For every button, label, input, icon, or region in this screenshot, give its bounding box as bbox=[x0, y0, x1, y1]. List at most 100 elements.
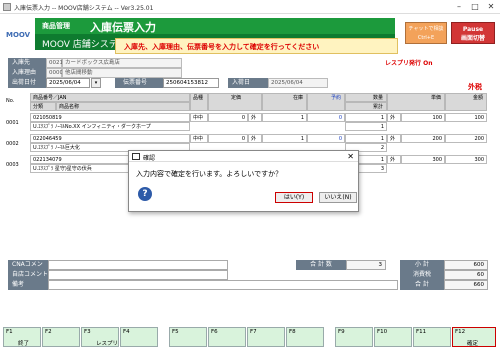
minimize-icon[interactable]: – bbox=[452, 1, 466, 12]
ship-date-label: 出荷日付 bbox=[8, 78, 46, 88]
dialog-titlebar: 確認 ✕ bbox=[129, 151, 358, 162]
pause-switch-button[interactable]: Pause 画面切替 bbox=[451, 22, 495, 44]
fkey-f9-button[interactable]: F9 bbox=[335, 327, 373, 347]
row-code[interactable]: 022046459 bbox=[30, 134, 190, 143]
col-header-grade: 品種 bbox=[190, 93, 208, 111]
row-tax-type-b: 外 bbox=[387, 113, 401, 122]
col-header-stock: 在庫 bbox=[262, 93, 307, 111]
table-row[interactable]: 0001 021050819 U.ｴｸｽﾌﾟﾗ ﾉｰﾏﾙNo.XX インフィニテ… bbox=[0, 113, 490, 133]
row-stock: 1 bbox=[262, 134, 307, 143]
fkey-key: F1 bbox=[6, 329, 13, 335]
logo-text: MOOV bbox=[6, 31, 31, 39]
warehouse-name-field: カードボックス広島店 bbox=[62, 58, 182, 68]
col-header-reserve: 予約 bbox=[307, 93, 345, 111]
dialog-window-icon bbox=[132, 153, 140, 160]
fkey-key: F7 bbox=[250, 329, 257, 335]
calendar-dropdown-icon[interactable]: ▾ bbox=[91, 78, 101, 88]
row-code[interactable]: 021050819 bbox=[30, 113, 190, 122]
arrival-date-field: 2025/06/04 bbox=[268, 78, 328, 88]
row-product-name: ﾉｰﾏﾙNo.XX インフィニティ・ダークホープ bbox=[54, 124, 151, 130]
fkey-key: F11 bbox=[416, 329, 427, 335]
col-header-name: 商品名称 bbox=[56, 102, 190, 111]
header-category: 商品管理 bbox=[42, 22, 70, 30]
fkey-f1-button[interactable]: F1 終了 bbox=[3, 327, 41, 347]
reprint-status: レスプリ発行 On bbox=[385, 60, 433, 67]
row-name: U.ｴｸｽﾌﾟﾗ ﾉｰﾏﾙNo.XX インフィニティ・ダークホープ bbox=[30, 122, 190, 131]
row-number: 0003 bbox=[6, 162, 19, 168]
dialog-close-icon[interactable]: ✕ bbox=[347, 152, 354, 161]
header-bar bbox=[35, 18, 395, 34]
instruction-message: 入庫先、入庫理由、伝票番号を入力して確定を行ってください bbox=[115, 38, 398, 54]
warehouse-code-field[interactable]: 0021 bbox=[46, 58, 63, 68]
note-label: 備考 bbox=[8, 280, 48, 290]
fkey-f5-button[interactable]: F5 bbox=[169, 327, 207, 347]
fkey-f10-button[interactable]: F10 bbox=[374, 327, 412, 347]
slip-number-field[interactable]: 250604153812 bbox=[163, 78, 219, 88]
tax-label: 消費税 bbox=[400, 270, 444, 280]
dialog-no-button[interactable]: いいえ(N) bbox=[319, 192, 357, 203]
col-header-no: No. bbox=[6, 98, 15, 104]
row-tax-type: 外 bbox=[248, 113, 262, 122]
reason-code-field[interactable]: 00002 bbox=[46, 68, 67, 78]
fkey-f6-button[interactable]: F6 bbox=[208, 327, 246, 347]
system-name: MOOV 店舗システム bbox=[42, 40, 127, 50]
row-number: 0001 bbox=[6, 120, 19, 126]
fkey-f7-button[interactable]: F7 bbox=[247, 327, 285, 347]
ship-date-field[interactable]: 2025/06/04 bbox=[46, 78, 90, 88]
fkey-key: F10 bbox=[377, 329, 388, 335]
col-header-fixed-price: 定価 bbox=[208, 93, 262, 111]
fkey-f2-button[interactable]: F2 bbox=[42, 327, 80, 347]
fkey-key: F6 bbox=[211, 329, 218, 335]
tax-mode-label: 外税 bbox=[468, 83, 482, 91]
row-grade: 中中 bbox=[190, 134, 208, 143]
row-tax-type-b: 外 bbox=[387, 155, 401, 164]
row-qty[interactable]: 1 bbox=[345, 134, 387, 143]
row-amount: 200 bbox=[445, 134, 487, 143]
fkey-f8-button[interactable]: F8 bbox=[286, 327, 324, 347]
fkey-f3-button[interactable]: F3 レスプリ bbox=[81, 327, 119, 347]
row-unit-price[interactable]: 100 bbox=[401, 113, 445, 122]
warehouse-label: 入庫先 bbox=[8, 58, 46, 68]
row-fixed-price: 0 bbox=[208, 113, 248, 122]
maximize-icon[interactable]: □ bbox=[468, 1, 482, 12]
row-product-name: ﾉｰﾏﾙ巨大化 bbox=[54, 145, 80, 151]
row-cumulative: 1 bbox=[345, 122, 387, 131]
fkey-key: F2 bbox=[45, 329, 52, 335]
fkey-key: F8 bbox=[289, 329, 296, 335]
row-unit-price[interactable]: 200 bbox=[401, 134, 445, 143]
fkey-f12-confirm-button[interactable]: F12 確定 bbox=[452, 327, 496, 347]
instruction-text: 入庫先、入庫理由、伝票番号を入力して確定を行ってください bbox=[124, 43, 320, 51]
store-comment-field[interactable] bbox=[48, 270, 228, 280]
reason-label: 入庫理由 bbox=[8, 68, 46, 78]
tax-value: 60 bbox=[444, 270, 488, 280]
dialog-title: 確認 bbox=[143, 155, 156, 162]
row-category: U.ｴｸｽﾌﾟﾗ bbox=[33, 166, 54, 172]
close-icon[interactable]: ✕ bbox=[484, 1, 498, 12]
page-title: 入庫伝票入力 bbox=[90, 21, 156, 34]
moov-logo: MOOV bbox=[4, 24, 34, 46]
chat-consult-button[interactable]: チャットで相談 Ctrl+E bbox=[405, 22, 447, 44]
dialog-message: 入力内容で確定を行います。よろしいですか？ bbox=[136, 170, 283, 178]
row-amount: 300 bbox=[445, 155, 487, 164]
fkey-key: F3 bbox=[84, 329, 91, 335]
note-field[interactable] bbox=[48, 280, 398, 290]
cna-comment-label: CNAコメント bbox=[8, 260, 48, 278]
row-unit-price[interactable]: 300 bbox=[401, 155, 445, 164]
confirm-dialog: 確認 ✕ 入力内容で確定を行います。よろしいですか？ ? はい(Y) いいえ(N… bbox=[128, 150, 359, 212]
fkey-key: F12 bbox=[455, 329, 466, 335]
row-grade: 中中 bbox=[190, 113, 208, 122]
row-stock: 1 bbox=[262, 113, 307, 122]
col-header-amount: 金額 bbox=[445, 93, 487, 111]
grand-total-value: 660 bbox=[444, 280, 488, 290]
row-amount: 100 bbox=[445, 113, 487, 122]
row-qty[interactable]: 1 bbox=[345, 113, 387, 122]
cna-comment-field[interactable] bbox=[48, 260, 228, 270]
dialog-yes-button[interactable]: はい(Y) bbox=[275, 192, 313, 203]
store-comment-label: 自店コメント bbox=[8, 270, 48, 280]
slip-number-label: 伝票番号 bbox=[115, 78, 163, 88]
fkey-label: 終了 bbox=[18, 341, 30, 347]
fkey-key: F4 bbox=[123, 329, 130, 335]
fkey-f11-button[interactable]: F11 bbox=[413, 327, 451, 347]
row-product-name: 星守)星守の伏兵 bbox=[54, 166, 92, 172]
fkey-f4-button[interactable]: F4 bbox=[120, 327, 158, 347]
